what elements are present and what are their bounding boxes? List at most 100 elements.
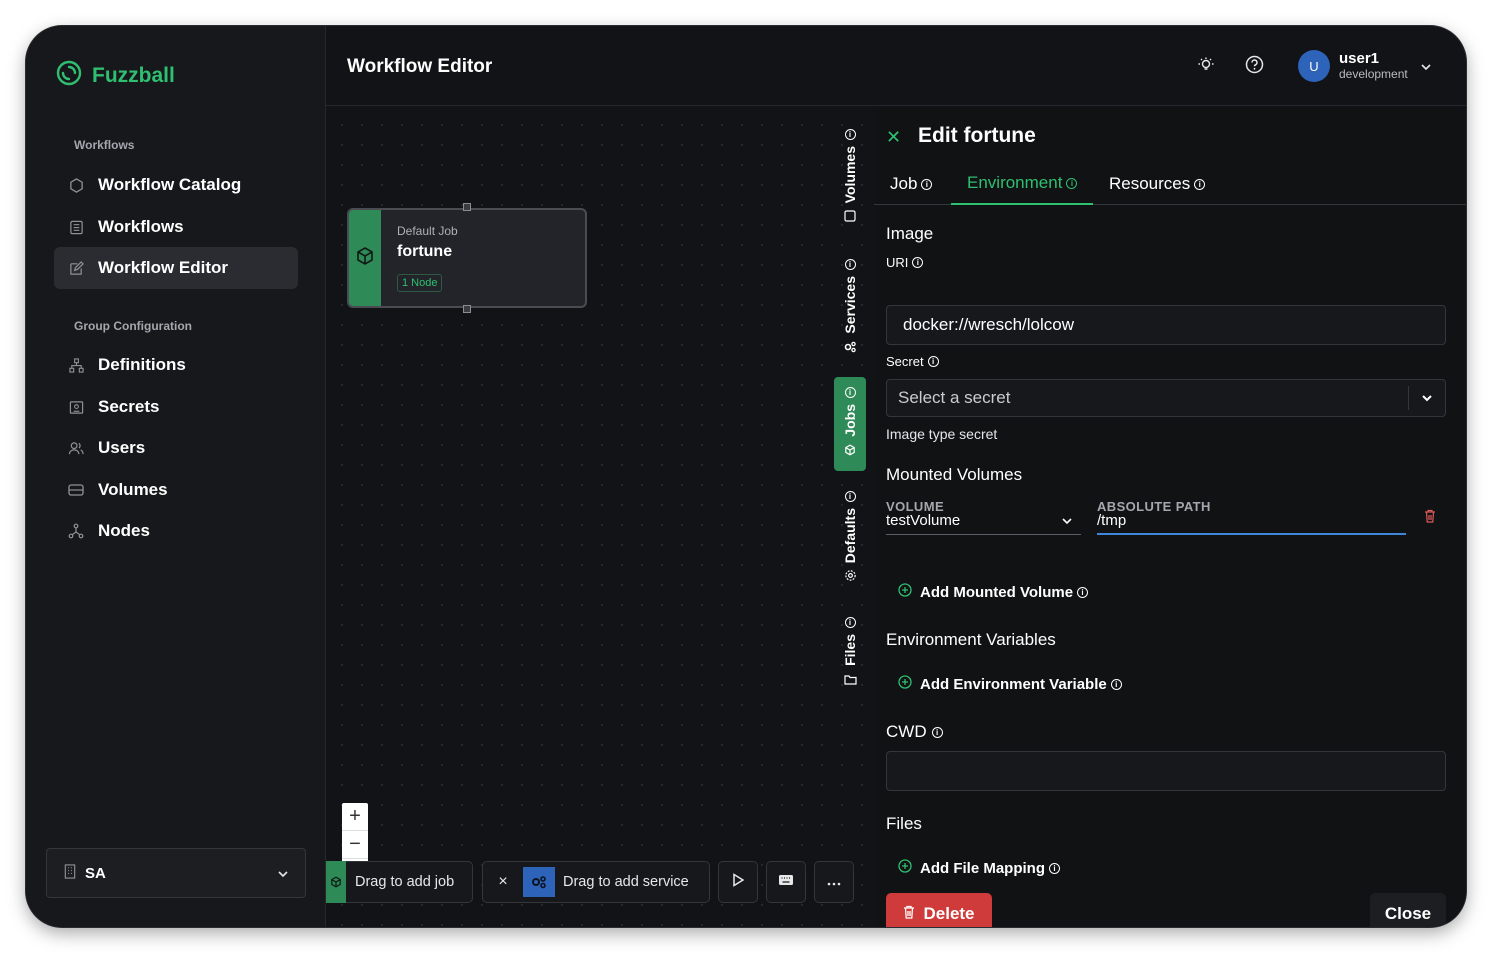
close-panel-icon[interactable]: ✕ [886, 127, 901, 148]
sidebar-item-workflows[interactable]: Workflows [54, 206, 298, 248]
add-service-drag-button[interactable]: × Drag to add service [482, 861, 710, 903]
info-icon: i [1066, 177, 1078, 189]
key-card-icon [54, 400, 98, 415]
add-file-mapping-label: Add File Mapping [920, 859, 1045, 877]
info-icon: i [912, 257, 924, 268]
sidebar-item-label: Workflow Editor [98, 258, 229, 277]
chevron-down-icon [1408, 386, 1445, 410]
user-name[interactable]: user1 [1339, 50, 1379, 67]
sidebar-item-secrets[interactable]: Secrets [54, 386, 298, 428]
theme-toggle-button[interactable] [1195, 56, 1217, 78]
avatar[interactable]: U [1298, 50, 1330, 82]
job-node[interactable]: Default Job fortune 1 Node [347, 208, 587, 308]
sidebar-item-definitions[interactable]: Definitions [54, 344, 298, 386]
sidebar-item-label: Secrets [98, 397, 160, 416]
drive-icon [54, 483, 98, 497]
path-value: /tmp [1097, 511, 1127, 529]
close-icon[interactable]: × [483, 873, 523, 891]
sitemap-icon [54, 357, 98, 373]
keyboard-button[interactable] [766, 861, 806, 903]
mounted-volumes-heading: Mounted Volumes [886, 465, 1023, 484]
plus-circle-icon [898, 675, 912, 693]
uri-label: URI i [886, 255, 924, 270]
add-env-variable-button[interactable]: Add Environment Variable i [898, 675, 1122, 693]
app-logo[interactable]: Fuzzball [54, 58, 175, 93]
sidebar: Fuzzball Workflows Workflow Catalog Work… [26, 26, 326, 927]
uri-input[interactable]: docker://wresch/lolcow [886, 305, 1446, 345]
volume-select[interactable]: testVolume [886, 507, 1081, 535]
volume-value: testVolume [886, 512, 961, 529]
sidebar-item-volumes[interactable]: Volumes [54, 469, 298, 511]
rail-tab-volumes[interactable]: i Volumes [834, 129, 866, 233]
app-window: Fuzzball Workflows Workflow Catalog Work… [26, 26, 1466, 927]
panel-tabs: Job i Environment i Resources i [874, 163, 1466, 205]
organization-label: SA [85, 864, 106, 882]
sidebar-item-nodes[interactable]: Nodes [54, 510, 298, 552]
tab-resources[interactable]: Resources i [1093, 163, 1221, 205]
cwd-label: CWD i [886, 722, 943, 742]
secret-select[interactable]: Select a secret [886, 379, 1446, 417]
delete-button[interactable]: Delete [886, 893, 992, 927]
job-node-top-handle[interactable] [463, 203, 471, 211]
rail-tab-label: Defaults [842, 508, 858, 564]
sidebar-item-label: Workflows [98, 217, 184, 236]
add-job-label: Drag to add job [355, 874, 455, 890]
rail-tab-label: Files [842, 634, 858, 666]
tab-environment[interactable]: Environment i [951, 163, 1094, 205]
add-env-variable-label: Add Environment Variable [920, 675, 1107, 693]
sidebar-item-workflow-catalog[interactable]: Workflow Catalog [54, 164, 298, 206]
info-icon: i [844, 617, 856, 628]
run-button[interactable] [718, 861, 758, 903]
info-icon: i [1049, 862, 1060, 874]
zoom-out-button[interactable]: − [342, 831, 368, 859]
tab-job[interactable]: Job i [874, 163, 948, 205]
workflow-canvas[interactable]: Default Job fortune 1 Node + − Drag to a… [326, 107, 866, 927]
job-node-stripe [349, 210, 381, 306]
sidebar-item-label: Users [98, 438, 146, 457]
info-icon: i [844, 387, 856, 398]
nodes-icon [54, 523, 98, 539]
add-service-label: Drag to add service [563, 874, 689, 890]
rail-tab-files[interactable]: i Files [834, 617, 866, 719]
job-node-badge: 1 Node [397, 274, 443, 292]
secret-label-text: Secret [886, 354, 924, 369]
top-header: Workflow Editor U user1 development [326, 26, 1466, 106]
info-icon: i [931, 726, 943, 738]
organization-selector[interactable]: SA [46, 848, 306, 898]
zoom-in-button[interactable]: + [342, 803, 368, 831]
files-heading: Files [886, 814, 922, 833]
help-button[interactable] [1243, 55, 1265, 79]
uri-value: docker://wresch/lolcow [903, 315, 1075, 334]
sidebar-item-label: Nodes [98, 521, 150, 540]
sidebar-item-workflow-editor[interactable]: Workflow Editor [54, 247, 298, 289]
image-heading: Image [886, 224, 934, 243]
absolute-path-input[interactable]: /tmp [1097, 507, 1406, 535]
rail-tab-defaults[interactable]: i Defaults [834, 491, 866, 613]
trash-icon[interactable] [1424, 509, 1436, 528]
section-label-workflows: Workflows [74, 138, 135, 152]
user-menu-chevron-icon[interactable] [1420, 58, 1432, 76]
job-node-name: fortune [397, 243, 453, 260]
chevron-down-icon [277, 865, 289, 882]
delete-label: Delete [923, 904, 975, 923]
job-node-bottom-handle[interactable] [463, 305, 471, 313]
rail-tab-services[interactable]: i Services [834, 259, 866, 367]
rail-tab-label: Services [842, 276, 858, 334]
add-mounted-volume-button[interactable]: Add Mounted Volume i [898, 583, 1089, 601]
add-file-mapping-button[interactable]: Add File Mapping i [898, 859, 1060, 877]
add-job-drag-button[interactable]: Drag to add job [326, 861, 473, 903]
rail-tab-jobs[interactable]: i Jobs [834, 377, 866, 471]
user-org: development [1339, 67, 1408, 81]
info-icon: i [927, 356, 939, 367]
rail-tab-label: Volumes [842, 146, 858, 204]
help-circle-icon [1245, 55, 1264, 79]
job-node-type: Default Job [397, 224, 458, 238]
edit-icon [54, 260, 98, 276]
info-icon: i [844, 129, 856, 140]
tab-label: Environment [967, 173, 1063, 192]
fuzzball-logo-icon [54, 58, 84, 93]
sidebar-item-users[interactable]: Users [54, 427, 298, 469]
close-button[interactable]: Close [1370, 893, 1446, 927]
cwd-input[interactable] [886, 751, 1446, 791]
secret-help-text: Image type secret [886, 426, 998, 442]
